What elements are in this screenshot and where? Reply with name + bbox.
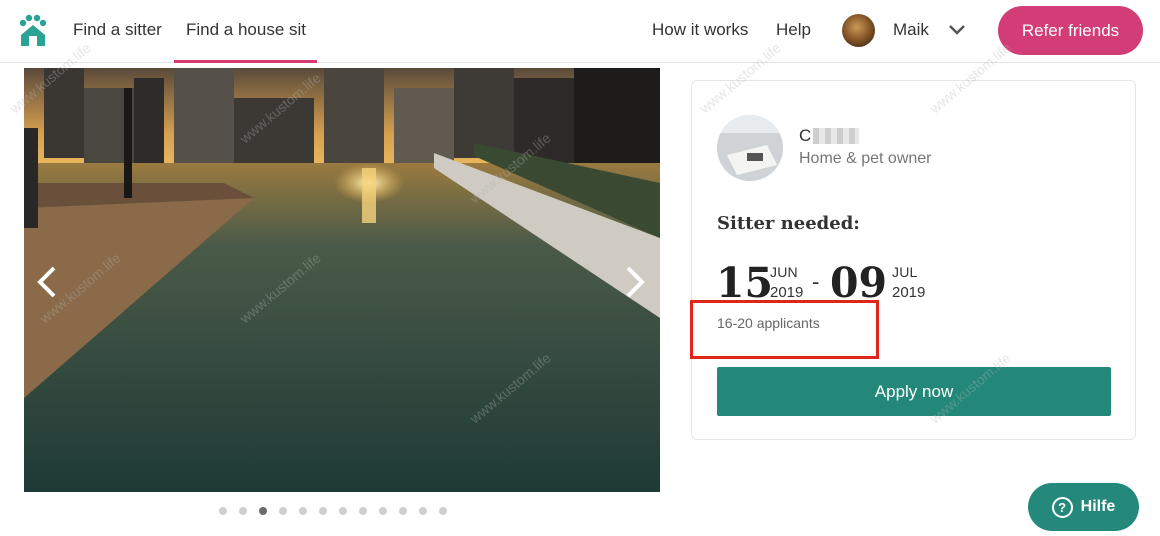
start-year: 2019 bbox=[770, 284, 804, 301]
end-day: 09 bbox=[830, 259, 888, 307]
refer-friends-button[interactable]: Refer friends bbox=[998, 6, 1143, 55]
gallery-dot[interactable] bbox=[259, 507, 267, 515]
gallery-dot[interactable] bbox=[299, 507, 307, 515]
active-nav-indicator bbox=[174, 60, 317, 63]
gallery-dot[interactable] bbox=[419, 507, 427, 515]
user-name[interactable]: Maik bbox=[893, 20, 929, 40]
chevron-down-icon[interactable] bbox=[947, 22, 967, 38]
listing-photo-gallery[interactable] bbox=[24, 68, 660, 492]
gallery-next-icon[interactable] bbox=[620, 264, 650, 300]
owner-avatar[interactable] bbox=[717, 115, 783, 181]
name-blur bbox=[813, 128, 860, 144]
end-month: JUL bbox=[892, 264, 918, 280]
user-avatar[interactable] bbox=[842, 14, 875, 47]
gallery-dot[interactable] bbox=[359, 507, 367, 515]
owner-name[interactable]: C bbox=[799, 126, 860, 146]
listing-photo bbox=[24, 68, 660, 492]
gallery-prev-icon[interactable] bbox=[32, 264, 62, 300]
highlight-annotation bbox=[690, 300, 879, 359]
help-widget-button[interactable]: ? Hilfe bbox=[1028, 483, 1139, 531]
end-year: 2019 bbox=[892, 284, 926, 301]
nav-how-it-works[interactable]: How it works bbox=[652, 20, 748, 40]
top-navigation-bar: Find a sitter Find a house sit How it wo… bbox=[0, 0, 1160, 63]
gallery-dot[interactable] bbox=[379, 507, 387, 515]
start-day: 15 bbox=[716, 259, 774, 307]
owner-role: Home & pet owner bbox=[799, 150, 932, 167]
gallery-pagination[interactable] bbox=[219, 507, 447, 517]
gallery-dot[interactable] bbox=[399, 507, 407, 515]
gallery-dot[interactable] bbox=[319, 507, 327, 515]
gallery-dot[interactable] bbox=[239, 507, 247, 515]
gallery-dot[interactable] bbox=[219, 507, 227, 515]
gallery-dot[interactable] bbox=[439, 507, 447, 515]
start-month: JUN bbox=[770, 264, 798, 280]
help-widget-label: Hilfe bbox=[1080, 498, 1116, 515]
owner-name-text: C bbox=[799, 126, 812, 145]
nav-find-a-sitter[interactable]: Find a sitter bbox=[73, 20, 162, 40]
sitter-needed-heading: Sitter needed: bbox=[717, 213, 860, 234]
apply-now-button[interactable]: Apply now bbox=[717, 367, 1111, 416]
date-separator: - bbox=[812, 269, 820, 294]
question-mark-icon: ? bbox=[1051, 496, 1073, 518]
gallery-dot[interactable] bbox=[339, 507, 347, 515]
nav-find-a-house-sit[interactable]: Find a house sit bbox=[186, 20, 306, 40]
listing-summary-card: C Home & pet owner Sitter needed: 15 JUN… bbox=[691, 80, 1136, 440]
gallery-dot[interactable] bbox=[279, 507, 287, 515]
paw-house-logo-icon[interactable] bbox=[15, 13, 51, 49]
nav-help[interactable]: Help bbox=[776, 20, 811, 40]
